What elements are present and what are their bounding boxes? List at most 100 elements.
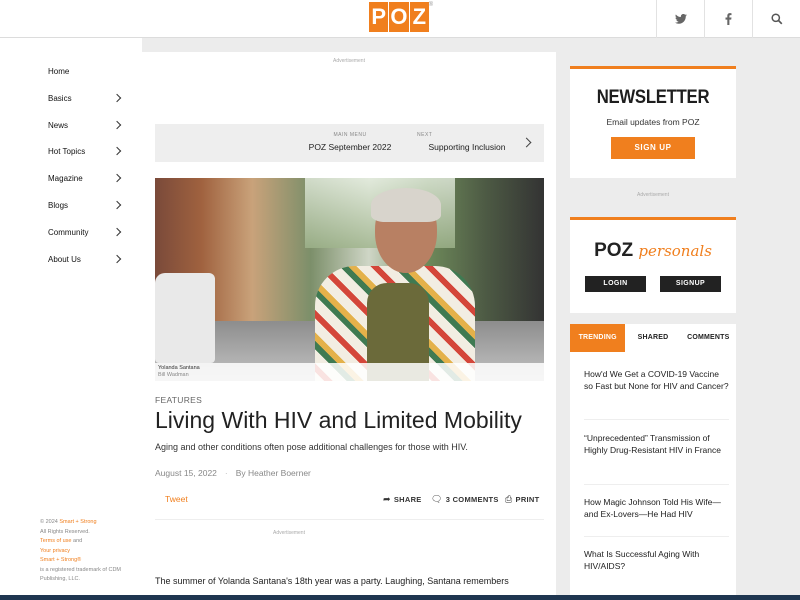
nav-label: Community [48, 227, 89, 237]
article-date: August 15, 2022 [155, 468, 217, 478]
nav-item-hot-topics[interactable]: Hot Topics [48, 141, 126, 161]
next-value: Supporting Inclusion [428, 142, 506, 152]
personals-logo[interactable]: POZ personals [570, 240, 736, 262]
share-actions: Tweet ➦ SHARE 🗨 3 COMMENTS ⎙ PRINT [155, 486, 544, 520]
chevron-right-icon[interactable] [112, 93, 122, 103]
next-section[interactable]: NEXT Supporting Inclusion [417, 132, 517, 152]
comment-icon: 🗨 [431, 494, 443, 504]
chevron-right-icon[interactable] [521, 137, 532, 148]
trending-item[interactable]: How Magic Johnson Told His Wife—and Ex-L… [584, 496, 729, 520]
social-bar [656, 0, 800, 38]
magazine-nav-bar[interactable]: MAIN MENU POZ September 2022 NEXT Suppor… [155, 124, 544, 162]
personals-card: POZ personals LOGIN SIGNUP [570, 217, 736, 313]
nav-item-community[interactable]: Community [48, 222, 126, 242]
registered-mark: ® [428, 2, 433, 8]
privacy-link[interactable]: Your privacy [40, 548, 70, 554]
logo-letter-z: Z [409, 2, 429, 32]
trending-item[interactable]: “Unprecedented” Transmission of Highly D… [584, 432, 729, 456]
list-divider [584, 484, 729, 485]
tab-shared[interactable]: SHARED [625, 324, 680, 352]
main-menu-section[interactable]: MAIN MENU POZ September 2022 [295, 132, 405, 152]
print-label: PRINT [515, 495, 540, 504]
ad-label-right: Advertisement [637, 192, 669, 198]
personals-brand: POZ [594, 240, 634, 261]
photo-car [155, 273, 215, 363]
ad-label-mid: Advertisement [273, 530, 305, 536]
nav-label: News [48, 120, 69, 130]
article-category[interactable]: FEATURES [155, 395, 202, 405]
nav-item-news[interactable]: News [48, 115, 126, 135]
trending-item[interactable]: What Is Successful Aging With HIV/AIDS? [584, 548, 729, 572]
tab-comments[interactable]: COMMENTS [681, 324, 736, 352]
article-headline: Living With HIV and Limited Mobility [155, 407, 522, 433]
signup-button[interactable]: SIGN UP [611, 137, 695, 159]
print-button[interactable]: ⎙ PRINT [505, 494, 540, 505]
left-nav: Home Basics News Hot Topics Magazine Blo… [0, 38, 142, 600]
logo-letter-o: O [389, 2, 409, 32]
trending-item[interactable]: How'd We Get a COVID-19 Vaccine so Fast … [584, 368, 729, 392]
article-body: The summer of Yolanda Santana's 18th yea… [155, 576, 509, 586]
nav-label: Basics [48, 93, 72, 103]
list-divider [584, 419, 729, 420]
footer-bar [0, 595, 800, 600]
terms-link[interactable]: Terms of use [40, 538, 71, 544]
caption-name: Yolanda Santana [158, 365, 200, 371]
chevron-right-icon[interactable] [112, 146, 122, 156]
login-button[interactable]: LOGIN [585, 276, 646, 292]
chevron-right-icon[interactable] [112, 120, 122, 130]
newsletter-title: NEWSLETTER [596, 87, 710, 108]
facebook-icon[interactable] [704, 0, 752, 38]
chevron-right-icon[interactable] [112, 173, 122, 183]
share-button[interactable]: ➦ SHARE [383, 494, 422, 505]
nav-label: Hot Topics [48, 146, 86, 156]
photo-caption: Yolanda Santana Bill Wadman [155, 363, 544, 381]
twitter-icon[interactable] [656, 0, 704, 38]
nav-item-basics[interactable]: Basics [48, 88, 126, 108]
company-link[interactable]: Smart + Strong [59, 519, 96, 525]
nav-label: About Us [48, 254, 81, 264]
nav-item-blogs[interactable]: Blogs [48, 195, 126, 215]
ad-label: Advertisement [333, 58, 365, 64]
nav-label: Home [48, 66, 70, 76]
comments-button[interactable]: 🗨 3 COMMENTS [431, 494, 499, 505]
accent-stripe [570, 66, 736, 69]
chevron-right-icon[interactable] [112, 254, 122, 264]
legal-footer: © 2024 Smart + Strong All Rights Reserve… [40, 518, 130, 585]
nav-label: Blogs [48, 200, 69, 210]
and-text: and [73, 538, 83, 544]
chevron-right-icon[interactable] [112, 200, 122, 210]
list-divider [584, 536, 729, 537]
personals-script: personals [638, 242, 712, 260]
comments-label: 3 COMMENTS [445, 495, 499, 504]
nav-label: Magazine [48, 173, 83, 183]
article-dek: Aging and other conditions often pose ad… [155, 442, 468, 452]
personals-signup-button[interactable]: SIGNUP [660, 276, 721, 292]
photo-hair [371, 188, 441, 222]
tab-trending[interactable]: TRENDING [570, 324, 626, 352]
poz-logo[interactable]: P O Z ® [369, 2, 433, 32]
tweet-button[interactable]: Tweet [165, 494, 188, 504]
nav-item-home[interactable]: Home [48, 61, 126, 81]
trademark-text: is a registered trademark of CDM Publish… [40, 566, 121, 583]
article-meta: August 15, 2022 · By Heather Boerner [155, 468, 311, 478]
next-label: NEXT [417, 132, 433, 138]
search-icon[interactable] [752, 0, 800, 38]
caption-credit: Bill Wadman [158, 372, 189, 378]
chevron-right-icon[interactable] [112, 227, 122, 237]
top-header: P O Z ® [0, 0, 800, 38]
share-label: SHARE [393, 495, 422, 504]
article-byline[interactable]: By Heather Boerner [236, 468, 311, 478]
nav-item-magazine[interactable]: Magazine [48, 168, 126, 188]
newsletter-card: NEWSLETTER Email updates from POZ SIGN U… [570, 66, 736, 178]
popular-tabs: TRENDING SHARED COMMENTS [570, 324, 736, 352]
main-menu-value: POZ September 2022 [308, 142, 392, 152]
meta-separator: · [224, 468, 228, 478]
trademark-name[interactable]: Smart + Strong® [40, 557, 81, 563]
main-menu-label: MAIN MENU [333, 132, 367, 138]
accent-stripe [570, 217, 736, 220]
logo-letter-p: P [369, 2, 389, 32]
personals-buttons: LOGIN SIGNUP [570, 276, 736, 292]
newsletter-subtitle: Email updates from POZ [606, 117, 700, 127]
nav-item-about-us[interactable]: About Us [48, 249, 126, 269]
print-icon: ⎙ [505, 494, 513, 504]
